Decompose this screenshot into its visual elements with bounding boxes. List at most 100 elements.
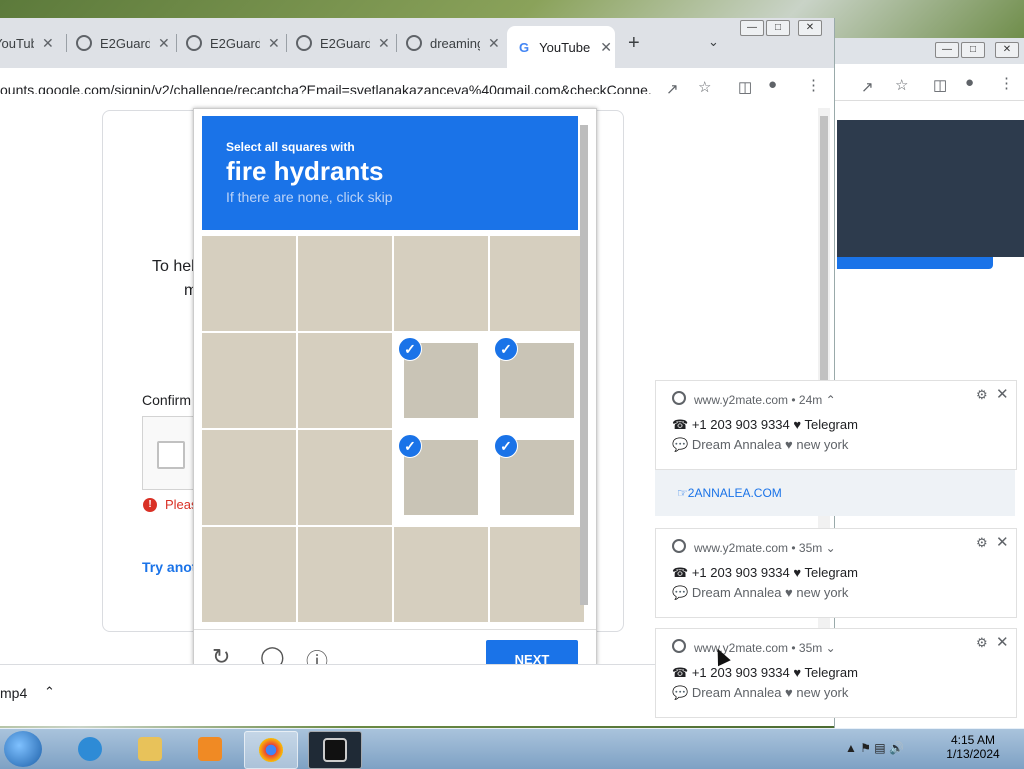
maximize-icon[interactable]: □ (766, 20, 790, 36)
globe-icon (186, 35, 202, 51)
challenge-tile[interactable] (202, 430, 296, 525)
notification-line: 💬 Dream Annalea ♥ new york (672, 585, 849, 600)
help-text: To hel (152, 258, 195, 275)
globe-icon (672, 391, 686, 405)
tab-separator (176, 34, 177, 52)
next-button[interactable]: NEXT (486, 640, 578, 665)
notification-source: www.y2mate.com • 35m ⌄ (694, 541, 836, 555)
try-another-way-link[interactable]: Try anot (142, 559, 196, 575)
chrome-icon (259, 738, 283, 762)
close-icon[interactable]: ✕ (798, 20, 822, 36)
menu-icon[interactable]: ⋮ (806, 76, 821, 94)
scrollbar-thumb[interactable] (820, 116, 828, 396)
minimize-icon[interactable]: — (740, 20, 764, 36)
clock-date: 1/13/2024 (946, 747, 1000, 761)
notification-line: ☎ +1 203 903 9334 ♥ Telegram (672, 665, 858, 680)
background-page-button (837, 257, 993, 269)
challenge-tile[interactable] (298, 527, 392, 622)
challenge-hint: If there are none, click skip (226, 189, 393, 205)
tab-separator (286, 34, 287, 52)
challenge-tile[interactable] (298, 430, 392, 525)
notification-3[interactable]: www.y2mate.com • 35m ⌄ ⚙ ✕ ☎ +1 203 903 … (655, 628, 1017, 718)
taskbar-file-explorer[interactable] (124, 731, 176, 767)
tab-close-icon[interactable]: ✕ (268, 35, 280, 52)
challenge-tile[interactable] (394, 527, 488, 622)
close-icon[interactable]: ✕ (996, 533, 1009, 551)
challenge-grid: ✓ ✓ ✓ ✓ (202, 236, 584, 622)
checkmark-icon: ✓ (494, 434, 518, 458)
tab-title: E2Guardian (100, 35, 150, 51)
challenge-scrollbar[interactable] (580, 125, 588, 605)
challenge-tile[interactable] (490, 527, 584, 622)
checkmark-icon: ✓ (494, 337, 518, 361)
gear-icon[interactable]: ⚙ (976, 535, 988, 551)
start-button[interactable] (4, 731, 42, 767)
maximize-icon[interactable]: □ (961, 42, 985, 58)
background-page-header (837, 120, 1024, 257)
tab-close-icon[interactable]: ✕ (42, 35, 54, 52)
reload-icon[interactable]: ↻ (212, 644, 230, 665)
menu-icon[interactable]: ⋮ (999, 74, 1014, 92)
challenge-tile[interactable]: ✓ (490, 430, 584, 525)
challenge-footer: ↻ ◯ ⓘ NEXT (194, 629, 596, 665)
tab-e2guardian-1[interactable]: E2Guardian ✕ (76, 30, 172, 56)
minimize-icon[interactable]: — (935, 42, 959, 58)
taskbar-video-app[interactable] (308, 731, 362, 769)
challenge-tile[interactable]: ✓ (490, 333, 584, 428)
notification-line: 💬 Dream Annalea ♥ new york (672, 437, 849, 452)
profile-icon[interactable]: ● (768, 76, 777, 93)
tab-dreaming[interactable]: dreaming ✕ (406, 30, 502, 56)
tab-close-icon[interactable]: ✕ (158, 35, 170, 52)
challenge-tile[interactable] (394, 236, 488, 331)
tab-youtube-active[interactable]: G YouTube ✕ (507, 26, 615, 68)
tab-title: YouTube (539, 39, 591, 55)
close-icon[interactable]: ✕ (996, 385, 1009, 403)
challenge-tile[interactable] (202, 527, 296, 622)
challenge-tile[interactable]: ✓ (394, 333, 488, 428)
chevron-up-icon[interactable]: ⌃ (44, 684, 55, 700)
tab-close-icon[interactable]: ✕ (600, 39, 612, 56)
side-panel-icon[interactable]: ◫ (933, 76, 947, 94)
tab-separator (66, 34, 67, 52)
globe-icon (672, 539, 686, 553)
recaptcha-checkbox[interactable] (157, 441, 185, 469)
tab-close-icon[interactable]: ✕ (378, 35, 390, 52)
challenge-tile[interactable] (202, 333, 296, 428)
tab-close-icon[interactable]: ✕ (488, 35, 500, 52)
media-player-icon (198, 737, 222, 761)
tab-strip: YouTube ✕ E2Guardian ✕ E2Guardian ✕ E2Gu… (0, 18, 834, 68)
download-item-name[interactable]: mp4 (0, 685, 27, 701)
taskbar-media-player[interactable] (184, 731, 236, 767)
challenge-tile[interactable] (490, 236, 584, 331)
tab-e2guardian-3[interactable]: E2Guardian ✕ (296, 30, 392, 56)
taskbar-internet-explorer[interactable] (64, 731, 116, 767)
star-icon[interactable]: ☆ (895, 76, 908, 94)
info-icon[interactable]: ⓘ (306, 644, 328, 665)
tab-e2guardian-2[interactable]: E2Guardian ✕ (186, 30, 282, 56)
tab-youtube-1[interactable]: YouTube ✕ (0, 30, 54, 56)
challenge-tile[interactable] (202, 236, 296, 331)
share-icon[interactable]: ↗ (861, 78, 874, 96)
audio-icon[interactable]: ◯ (260, 644, 285, 665)
notification-link[interactable]: ☞2ANNALEA.COM (655, 470, 1015, 516)
chevron-down-icon[interactable]: ⌄ (708, 34, 719, 50)
globe-icon (406, 35, 422, 51)
close-icon[interactable]: ✕ (995, 42, 1019, 58)
clock[interactable]: 4:15 AM 1/13/2024 (940, 733, 1006, 761)
globe-icon (296, 35, 312, 51)
profile-icon[interactable]: ● (965, 74, 974, 91)
notification-1[interactable]: www.y2mate.com • 24m ⌃ ⚙ ✕ ☎ +1 203 903 … (655, 380, 1017, 470)
new-tab-icon[interactable]: + (628, 32, 640, 55)
gear-icon[interactable]: ⚙ (976, 635, 988, 651)
gear-icon[interactable]: ⚙ (976, 387, 988, 403)
taskbar-chrome[interactable] (244, 731, 298, 769)
notification-line: ☎ +1 203 903 9334 ♥ Telegram (672, 565, 858, 580)
challenge-tile[interactable] (298, 333, 392, 428)
system-tray[interactable]: ▲ ⚑ ▤ 🔊 (845, 741, 904, 755)
challenge-tile[interactable] (298, 236, 392, 331)
close-icon[interactable]: ✕ (996, 633, 1009, 651)
tab-title: E2Guardian (210, 35, 260, 51)
challenge-tile[interactable]: ✓ (394, 430, 488, 525)
notification-2[interactable]: www.y2mate.com • 35m ⌄ ⚙ ✕ ☎ +1 203 903 … (655, 528, 1017, 618)
folder-icon (138, 737, 162, 761)
